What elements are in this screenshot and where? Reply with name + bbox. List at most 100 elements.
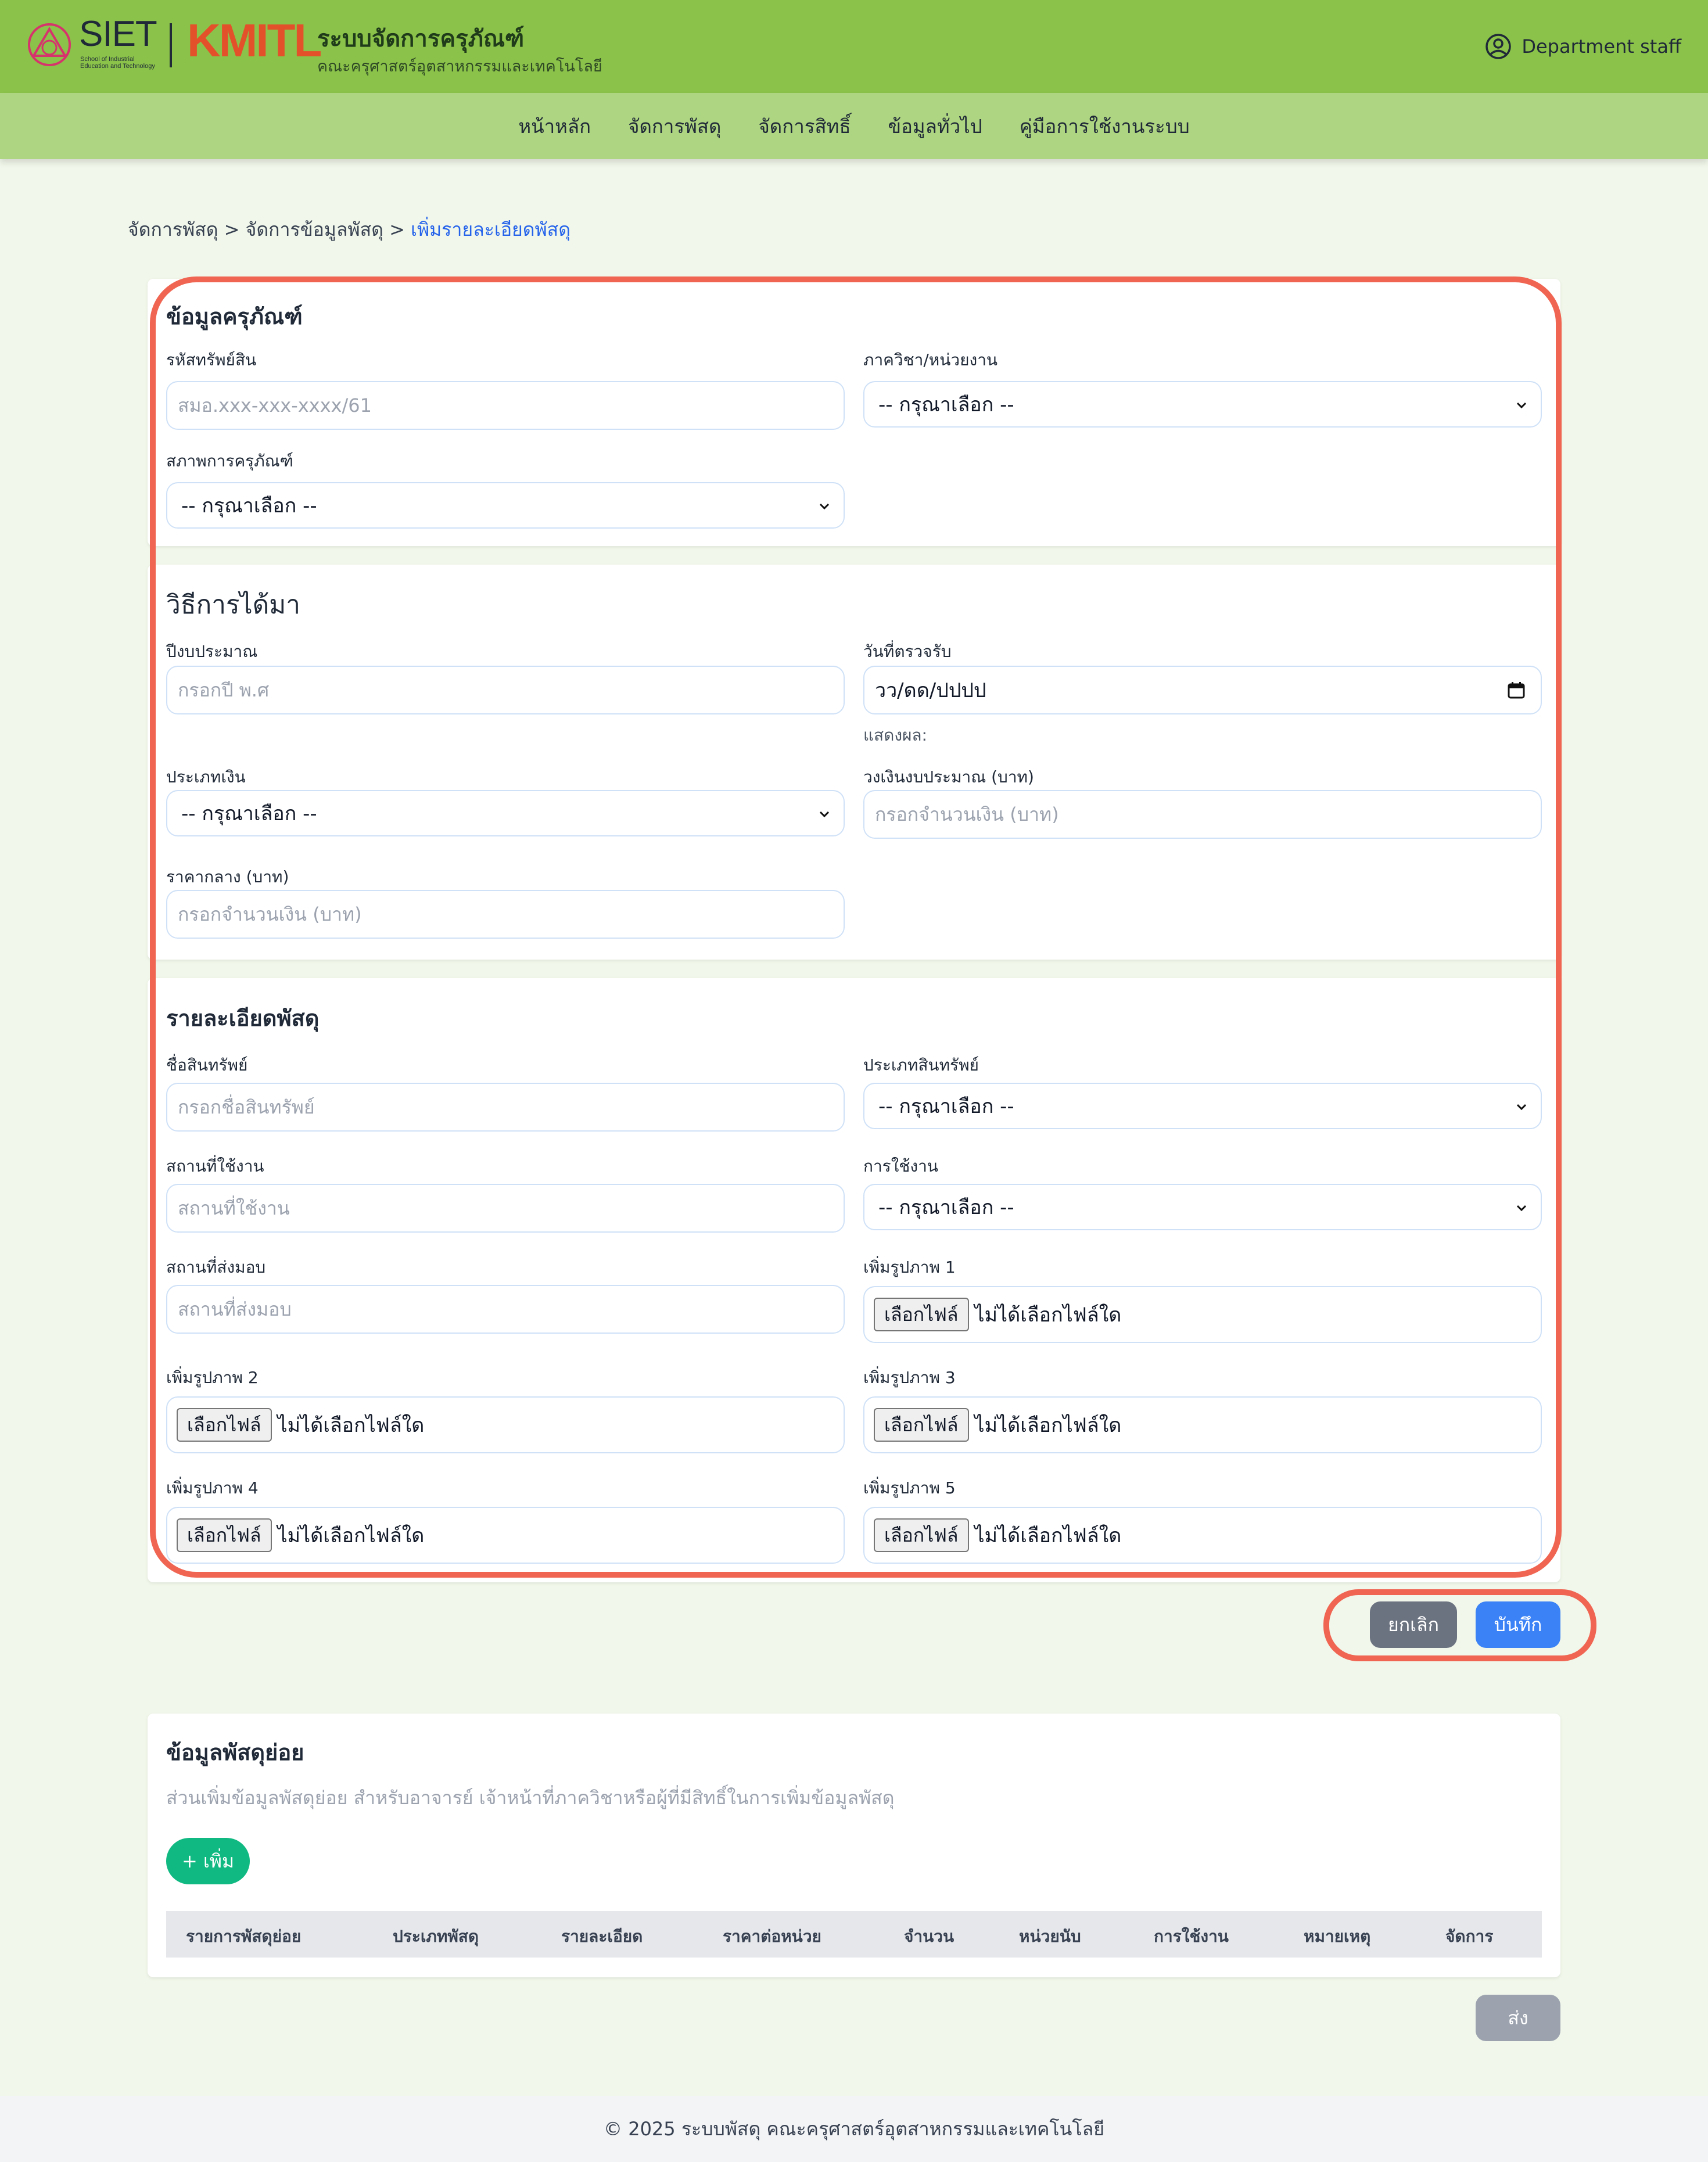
kmitl-logo: KMITL <box>187 15 322 66</box>
breadcrumb-separator: > <box>224 218 240 240</box>
breadcrumb-item-supply-data[interactable]: จัดการข้อมูลพัสดุ <box>246 218 383 240</box>
choose-file-button[interactable]: เลือกไฟล์ <box>874 1298 969 1331</box>
budget-year-label: ปีงบประมาณ <box>166 642 258 661</box>
siet-logo-text: SIET <box>79 14 157 54</box>
column-header[interactable]: รายการพัสดุย่อย <box>186 1924 301 1949</box>
image4-file-input[interactable]: เลือกไฟล์ ไม่ได้เลือกไฟล์ใด <box>166 1507 845 1564</box>
delivery-place-label: สถานที่ส่งมอบ <box>166 1258 266 1277</box>
no-file-text: ไม่ได้เลือกไฟล์ใด <box>974 1524 1122 1547</box>
add-sub-item-button[interactable]: + เพิ่ม <box>166 1838 250 1884</box>
median-price-input[interactable]: กรอกจำนวนเงิน (บาท) <box>166 890 845 939</box>
budget-amount-input[interactable]: กรอกจำนวนเงิน (บาท) <box>863 790 1542 839</box>
siet-logo-icon <box>28 23 71 66</box>
usage-select[interactable]: -- กรุณาเลือก -- <box>863 1184 1542 1230</box>
footer-copyright: © 2025 ระบบพัสดุ คณะครุศาสตร์อุตสาหกรรมแ… <box>604 2117 1104 2140</box>
condition-select-value: -- กรุณาเลือก -- <box>181 494 317 518</box>
department-select-value: -- กรุณาเลือก -- <box>878 393 1014 416</box>
nav-item-home[interactable]: หน้าหลัก <box>518 111 591 142</box>
asset-name-label: ชื่อสินทรัพย์ <box>166 1055 248 1075</box>
budget-year-input[interactable]: กรอกปี พ.ศ <box>166 666 845 714</box>
breadcrumb-item-current: เพิ่มรายละเอียดพัสดุ <box>411 218 570 240</box>
section-title-details: รายละเอียดพัสดุ <box>166 1005 320 1031</box>
main-nav: หน้าหลัก จัดการพัสดุ จัดการสิทธิ์ ข้อมูล… <box>0 93 1708 159</box>
submit-button[interactable]: ส่ง <box>1476 1995 1560 2041</box>
choose-file-button[interactable]: เลือกไฟล์ <box>177 1408 272 1442</box>
choose-file-button[interactable]: เลือกไฟล์ <box>874 1518 969 1552</box>
money-type-select[interactable]: -- กรุณาเลือก -- <box>166 790 845 836</box>
calendar-icon[interactable] <box>1507 681 1526 699</box>
siet-logo-subtext: School of Industrial Education and Techn… <box>80 56 155 70</box>
nav-item-manage-permissions[interactable]: จัดการสิทธิ์ <box>758 111 851 142</box>
choose-file-button[interactable]: เลือกไฟล์ <box>177 1518 272 1552</box>
chevron-down-icon <box>1516 402 1527 409</box>
footer: © 2025 ระบบพัสดุ คณะครุศาสตร์อุตสาหกรรมแ… <box>0 2096 1708 2162</box>
logo-divider <box>170 23 172 67</box>
breadcrumb-item-supplies[interactable]: จัดการพัสดุ <box>128 218 218 240</box>
column-header[interactable]: การใช้งาน <box>1154 1924 1229 1949</box>
department-label: ภาควิชา/หน่วยงาน <box>863 350 998 369</box>
nav-item-general-info[interactable]: ข้อมูลทั่วไป <box>888 111 982 142</box>
inspect-date-input[interactable]: วว/ดด/ปปปป <box>863 666 1542 714</box>
asset-code-label: รหัสทรัพย์สิน <box>166 350 257 369</box>
breadcrumb: จัดการพัสดุ > จัดการข้อมูลพัสดุ > เพิ่มร… <box>128 215 570 245</box>
inspect-date-label: วันที่ตรวจรับ <box>863 642 952 661</box>
column-header[interactable]: หมายเหตุ <box>1304 1924 1370 1949</box>
asset-code-input[interactable]: สมอ.xxx-xxx-xxxx/61 <box>166 381 845 430</box>
image4-label: เพิ่มรูปภาพ 4 <box>166 1478 259 1497</box>
column-header[interactable]: จัดการ <box>1445 1924 1493 1949</box>
no-file-text: ไม่ได้เลือกไฟล์ใด <box>974 1414 1122 1437</box>
no-file-text: ไม่ได้เลือกไฟล์ใด <box>277 1524 425 1547</box>
no-file-text: ไม่ได้เลือกไฟล์ใด <box>277 1414 425 1437</box>
chevron-down-icon <box>819 811 830 818</box>
asset-type-label: ประเภทสินทรัพย์ <box>863 1055 979 1075</box>
image5-label: เพิ่มรูปภาพ 5 <box>863 1478 956 1497</box>
money-type-select-value: -- กรุณาเลือก -- <box>181 802 317 825</box>
chevron-down-icon <box>819 503 830 510</box>
cancel-button[interactable]: ยกเลิก <box>1370 1601 1457 1648</box>
column-header[interactable]: รายละเอียด <box>561 1924 643 1949</box>
inspect-date-value: วว/ดด/ปปปป <box>875 679 986 702</box>
chevron-down-icon <box>1516 1205 1527 1212</box>
nav-item-manage-supplies[interactable]: จัดการพัสดุ <box>628 111 721 142</box>
image2-file-input[interactable]: เลือกไฟล์ ไม่ได้เลือกไฟล์ใด <box>166 1396 845 1453</box>
choose-file-button[interactable]: เลือกไฟล์ <box>874 1408 969 1442</box>
sub-items-table-header: รายการพัสดุย่อย ประเภทพัสดุ รายละเอียด ร… <box>166 1911 1542 1958</box>
breadcrumb-separator: > <box>389 218 405 240</box>
no-file-text: ไม่ได้เลือกไฟล์ใด <box>974 1303 1122 1327</box>
usage-select-value: -- กรุณาเลือก -- <box>878 1196 1014 1219</box>
department-select[interactable]: -- กรุณาเลือก -- <box>863 381 1542 428</box>
top-header: SIET School of Industrial Education and … <box>0 0 1708 93</box>
image5-file-input[interactable]: เลือกไฟล์ ไม่ได้เลือกไฟล์ใด <box>863 1507 1542 1564</box>
delivery-place-input[interactable]: สถานที่ส่งมอบ <box>166 1285 845 1334</box>
app-title: ระบบจัดการครุภัณฑ์ <box>317 26 525 52</box>
column-header[interactable]: จำนวน <box>904 1924 954 1949</box>
section-title-acquisition: วิธีการได้มา <box>166 590 300 620</box>
asset-name-input[interactable]: กรอกชื่อสินทรัพย์ <box>166 1083 845 1132</box>
section-title-sub-items: ข้อมูลพัสดุย่อย <box>166 1740 304 1765</box>
save-button[interactable]: บันทึก <box>1476 1601 1560 1648</box>
app-subtitle: คณะครุศาสตร์อุตสาหกรรมและเทคโนโลยี <box>317 58 602 76</box>
column-header[interactable]: หน่วยนับ <box>1019 1924 1081 1949</box>
image1-file-input[interactable]: เลือกไฟล์ ไม่ได้เลือกไฟล์ใด <box>863 1286 1542 1343</box>
user-role-label: Department staff <box>1522 35 1681 58</box>
condition-select[interactable]: -- กรุณาเลือก -- <box>166 482 845 529</box>
image3-file-input[interactable]: เลือกไฟล์ ไม่ได้เลือกไฟล์ใด <box>863 1396 1542 1453</box>
image1-label: เพิ่มรูปภาพ 1 <box>863 1258 956 1277</box>
usage-label: การใช้งาน <box>863 1157 938 1176</box>
sub-items-description: ส่วนเพิ่มข้อมูลพัสดุย่อย สำหรับอาจารย์ เ… <box>166 1787 895 1809</box>
user-menu[interactable]: Department staff <box>1484 33 1681 60</box>
column-header[interactable]: ราคาต่อหน่วย <box>723 1924 821 1949</box>
column-header[interactable]: ประเภทพัสดุ <box>393 1924 479 1949</box>
supply-details-card <box>148 978 1560 1582</box>
money-type-label: ประเภทเงิน <box>166 767 246 786</box>
chevron-down-icon <box>1516 1104 1527 1111</box>
location-input[interactable]: สถานที่ใช้งาน <box>166 1184 845 1233</box>
nav-item-user-manual[interactable]: คู่มือการใช้งานระบบ <box>1020 111 1190 142</box>
image2-label: เพิ่มรูปภาพ 2 <box>166 1368 259 1387</box>
date-display-hint: แสดงผล: <box>863 726 927 745</box>
section-title-equipment: ข้อมูลครุภัณฑ์ <box>166 304 303 329</box>
asset-type-select-value: -- กรุณาเลือก -- <box>878 1095 1014 1118</box>
asset-type-select[interactable]: -- กรุณาเลือก -- <box>863 1083 1542 1129</box>
user-circle-icon <box>1485 34 1512 59</box>
image3-label: เพิ่มรูปภาพ 3 <box>863 1368 956 1387</box>
